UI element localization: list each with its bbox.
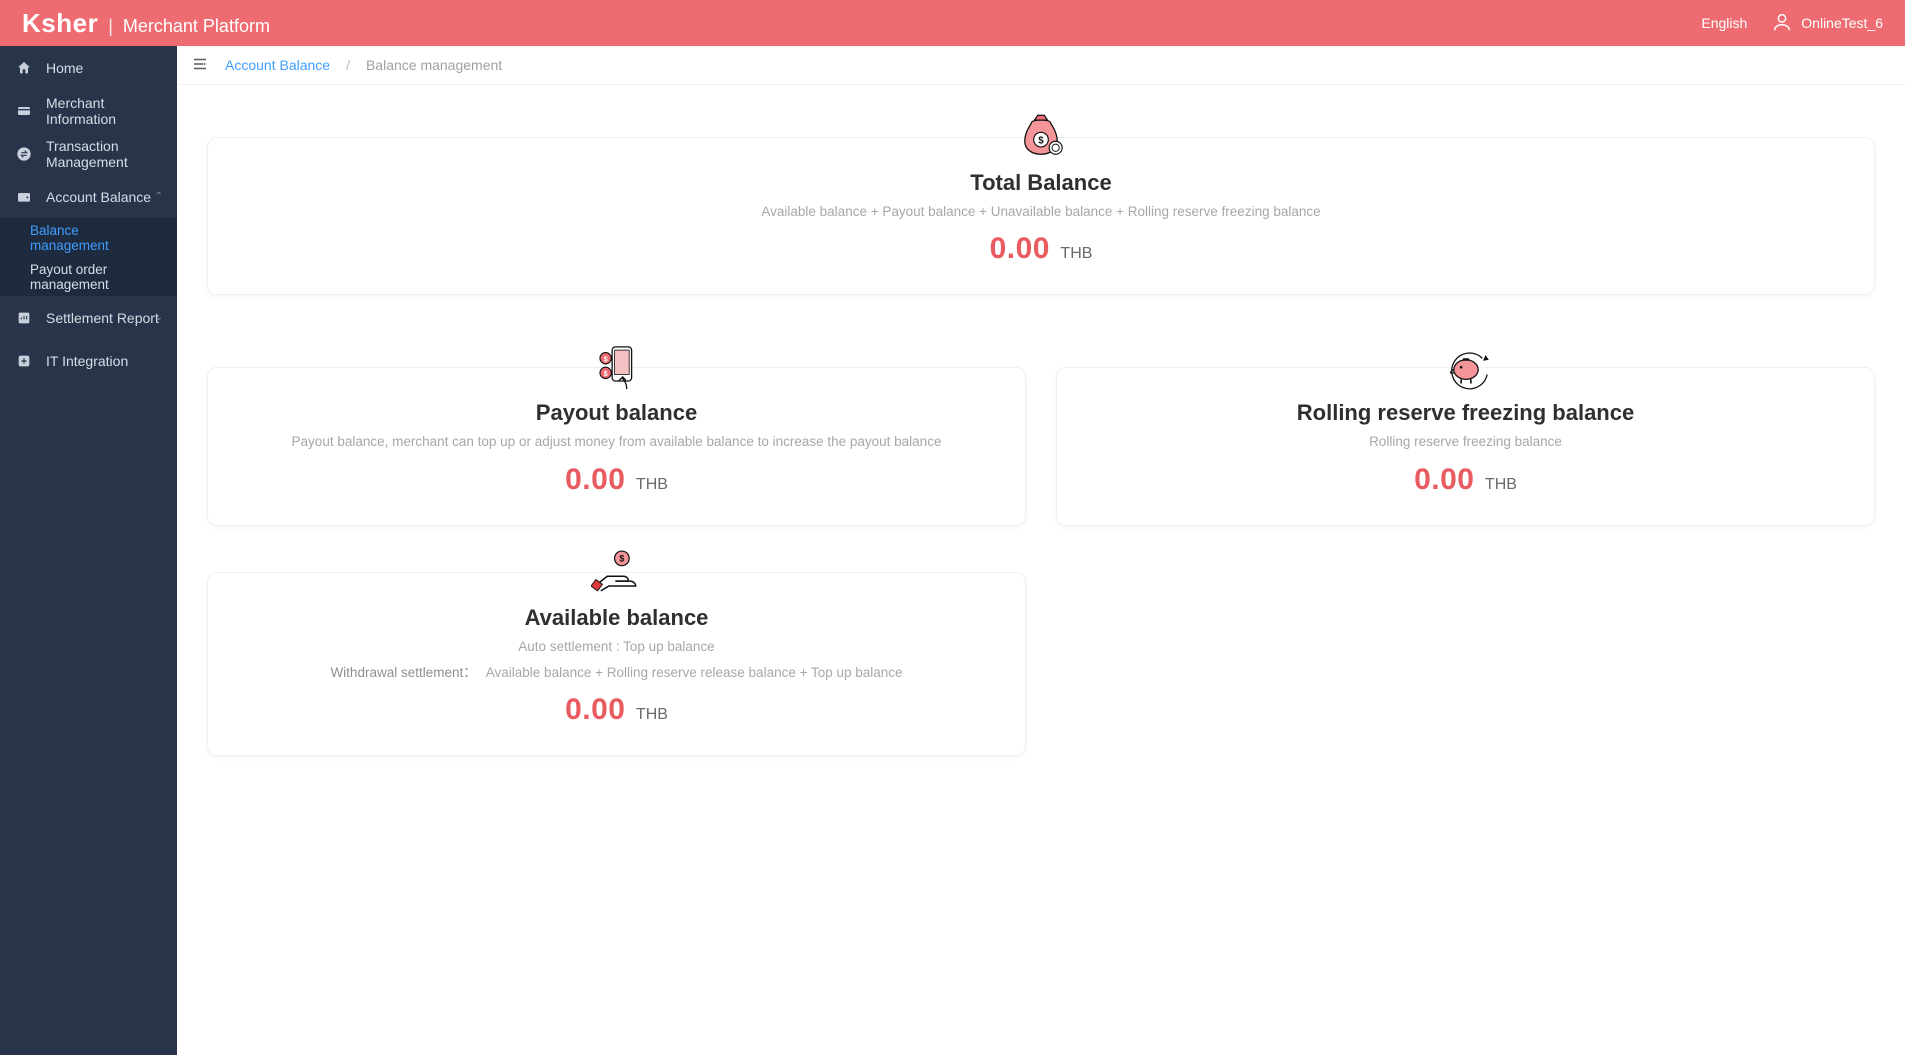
- sidebar-item-label: Home: [46, 60, 83, 76]
- sidebar: Home Merchant Information Transaction Ma…: [0, 46, 177, 1055]
- breadcrumb-parent[interactable]: Account Balance: [225, 57, 330, 73]
- card-title: Available balance: [236, 605, 997, 631]
- desc-label: Withdrawal settlement：: [330, 665, 476, 680]
- sidebar-item-label: Payout order management: [30, 262, 161, 292]
- card-title: Total Balance: [236, 170, 1846, 196]
- user-icon: [1771, 11, 1793, 36]
- topbar-right: English OnlineTest_6: [1701, 11, 1883, 36]
- card-title: Rolling reserve freezing balance: [1085, 400, 1846, 426]
- card-amount: 0.00 THB: [1085, 463, 1846, 497]
- card-amount: 0.00 THB: [236, 693, 997, 727]
- user-menu[interactable]: OnlineTest_6: [1771, 11, 1883, 36]
- plus-box-icon: [16, 353, 32, 369]
- breadcrumb-bar: Account Balance / Balance management: [177, 46, 1905, 85]
- amount-value: 0.00: [565, 693, 625, 726]
- chevron-up-icon: ⌃: [155, 191, 163, 202]
- hand-coin-icon: $: [591, 547, 643, 599]
- row-one: $ Available balance Auto settlement : To…: [207, 572, 1026, 757]
- brand-logo: Ksher: [22, 8, 98, 39]
- chevron-down-icon: ⌄: [155, 312, 163, 323]
- card-icon: [16, 103, 32, 119]
- desc-value: Available balance + Rolling reserve rele…: [486, 665, 903, 680]
- main: Account Balance / Balance management $: [177, 46, 1905, 1055]
- card-amount: 0.00 THB: [236, 232, 1846, 266]
- home-icon: [16, 60, 32, 76]
- svg-text:$: $: [603, 369, 607, 378]
- card-description: Payout balance, merchant can top up or a…: [236, 432, 997, 452]
- username-label: OnlineTest_6: [1801, 15, 1883, 31]
- sidebar-item-label: Settlement Report: [46, 310, 159, 326]
- sidebar-item-label: Account Balance: [46, 189, 151, 205]
- card-description-line1: Auto settlement : Top up balance: [236, 637, 997, 657]
- card-total-balance: $ Total Balance Available balance + Payo…: [207, 137, 1875, 295]
- card-description: Rolling reserve freezing balance: [1085, 432, 1846, 452]
- breadcrumb-separator: /: [346, 57, 350, 73]
- sidebar-item-label: Balance management: [30, 223, 161, 253]
- sidebar-item-settlement-report[interactable]: Settlement Report ⌄: [0, 296, 177, 339]
- row-two: $ $ Payout balance Payout balance, merch…: [207, 341, 1875, 525]
- card-available-balance: $ Available balance Auto settlement : To…: [207, 572, 1026, 757]
- card-payout-balance: $ $ Payout balance Payout balance, merch…: [207, 367, 1026, 525]
- sidebar-item-label: Merchant Information: [46, 95, 161, 127]
- brand: Ksher | Merchant Platform: [22, 8, 270, 39]
- brand-separator: |: [108, 16, 113, 37]
- amount-value: 0.00: [990, 232, 1050, 265]
- swap-icon: [16, 146, 32, 162]
- wallet-icon: [16, 189, 32, 205]
- svg-text:$: $: [1038, 136, 1044, 147]
- sidebar-item-merchant-info[interactable]: Merchant Information: [0, 89, 177, 132]
- sidebar-subitem-balance-management[interactable]: Balance management: [0, 218, 177, 257]
- phone-pay-icon: $ $: [591, 342, 643, 394]
- amount-currency: THB: [636, 706, 668, 723]
- card-description-line2: Withdrawal settlement： Available balance…: [236, 663, 997, 683]
- sidebar-item-home[interactable]: Home: [0, 46, 177, 89]
- amount-value: 0.00: [565, 463, 625, 496]
- amount-value: 0.00: [1414, 463, 1474, 496]
- amount-currency: THB: [636, 476, 668, 493]
- sidebar-item-label: IT Integration: [46, 353, 128, 369]
- report-icon: [16, 310, 32, 326]
- sidebar-subitem-payout-order[interactable]: Payout order management: [0, 257, 177, 296]
- sidebar-item-it-integration[interactable]: IT Integration: [0, 339, 177, 382]
- topbar: Ksher | Merchant Platform English Online…: [0, 0, 1905, 46]
- content: $ Total Balance Available balance + Payo…: [177, 85, 1905, 1055]
- svg-text:$: $: [603, 355, 607, 364]
- sidebar-item-label: Transaction Management: [46, 138, 161, 170]
- breadcrumb-current: Balance management: [366, 57, 502, 73]
- money-bag-icon: $: [1015, 112, 1067, 164]
- amount-currency: THB: [1485, 476, 1517, 493]
- piggy-bank-icon: [1440, 342, 1492, 394]
- brand-subtitle: Merchant Platform: [123, 16, 270, 37]
- amount-currency: THB: [1060, 245, 1092, 262]
- card-description: Available balance + Payout balance + Una…: [236, 202, 1846, 222]
- card-rolling-reserve: Rolling reserve freezing balance Rolling…: [1056, 367, 1875, 525]
- card-title: Payout balance: [236, 400, 997, 426]
- sidebar-toggle-icon[interactable]: [191, 55, 209, 76]
- sidebar-item-account-balance[interactable]: Account Balance ⌃: [0, 175, 177, 218]
- sidebar-item-transaction[interactable]: Transaction Management: [0, 132, 177, 175]
- svg-text:$: $: [619, 553, 624, 563]
- card-amount: 0.00 THB: [236, 463, 997, 497]
- language-switcher[interactable]: English: [1701, 15, 1747, 31]
